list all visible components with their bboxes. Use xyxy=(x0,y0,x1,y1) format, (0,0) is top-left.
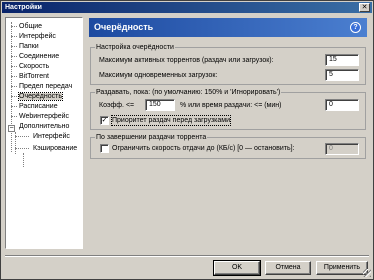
tree-line xyxy=(11,36,17,37)
tree-line xyxy=(11,86,17,87)
seeding-group: Раздавать, пока: (по умолчанию: 150% и '… xyxy=(90,88,366,130)
upload-limit-label[interactable]: Ограничить скорость отдачи до (КБ/с) [0 … xyxy=(112,144,295,153)
tree-line xyxy=(23,153,24,167)
sidebar-item-label: Интерфейс xyxy=(33,133,70,140)
group-title: Раздавать, пока: (по умолчанию: 150% и '… xyxy=(95,88,282,97)
upload-limit-checkbox[interactable] xyxy=(100,144,109,153)
tree-line xyxy=(15,136,29,137)
apply-button[interactable]: Применить xyxy=(316,261,368,275)
sidebar-item-speed[interactable]: Скорость xyxy=(19,62,49,71)
queue-settings-group: Настройка очерёдности Максимум активных … xyxy=(90,43,366,85)
max-simultaneous-downloads-input[interactable]: 5 xyxy=(325,69,359,81)
sidebar-item-label: BitTorrent xyxy=(19,73,49,80)
sidebar-item-general[interactable]: Общие xyxy=(19,22,42,31)
sidebar-item-label: Webинтерфейс xyxy=(19,113,70,120)
sidebar-item-label: Соединение xyxy=(19,53,60,60)
settings-window: Настройки ✕ Общие Интерфейс Папки Соедин… xyxy=(0,0,374,280)
settings-tree: Общие Интерфейс Папки Соединение Скорост… xyxy=(5,17,83,249)
page-title: Очерёдность xyxy=(94,22,154,32)
priority-checkbox[interactable]: ✓ xyxy=(100,116,109,125)
tree-line xyxy=(11,76,17,77)
sidebar-item-label: Папки xyxy=(19,43,39,50)
tree-line xyxy=(11,56,17,57)
seed-time-label: % или время раздачи: <= (мин) xyxy=(180,102,282,109)
page-header: Очерёдность ? xyxy=(89,18,367,37)
tree-line xyxy=(11,22,12,152)
sidebar-item-transfer-limit[interactable]: Предел передач xyxy=(19,82,72,91)
footer-separator xyxy=(5,255,369,257)
sidebar-item-connection[interactable]: Соединение xyxy=(19,52,59,61)
help-icon[interactable]: ? xyxy=(350,22,361,33)
sidebar-item-label: Скорость xyxy=(19,63,50,70)
close-button[interactable]: ✕ xyxy=(359,3,370,12)
sidebar-item-caching[interactable]: Кэширование xyxy=(33,144,77,153)
ok-button[interactable]: OK xyxy=(213,260,261,276)
upload-limit-input: 0 xyxy=(325,143,359,155)
sidebar-item-label: Интерфейс xyxy=(19,33,56,40)
sidebar-item-label: Очерёдность xyxy=(18,92,63,101)
sidebar-item-queueing[interactable]: Очерёдность xyxy=(18,92,63,101)
priority-checkbox-label[interactable]: Приоритет раздач перед загрузками xyxy=(110,115,232,126)
tree-line xyxy=(11,116,17,117)
group-title: По завершении раздачи торрента xyxy=(95,133,208,142)
resize-grip[interactable] xyxy=(363,269,371,277)
window-title: Настройки xyxy=(5,4,42,11)
sidebar-item-scheduler[interactable]: Расписание xyxy=(19,102,58,111)
sidebar-item-bittorrent[interactable]: BitTorrent xyxy=(19,72,49,81)
max-active-torrents-input[interactable]: 15 xyxy=(325,54,359,66)
tree-line xyxy=(11,106,17,107)
max-simultaneous-downloads-label: Максимум одновременных загрузок: xyxy=(99,72,218,79)
title-bar[interactable]: Настройки ✕ xyxy=(2,2,372,13)
sidebar-item-ui-extras[interactable]: Интерфейс xyxy=(33,132,70,141)
sidebar-item-interface[interactable]: Интерфейс xyxy=(19,32,56,41)
cancel-button[interactable]: Отмена xyxy=(265,261,311,275)
ratio-label: Коэфф. <= xyxy=(99,102,135,109)
sidebar-item-webui[interactable]: Webинтерфейс xyxy=(19,112,69,121)
seed-time-input[interactable]: 0 xyxy=(325,99,359,111)
sidebar-item-label: Предел передач xyxy=(19,83,73,90)
tree-line xyxy=(11,66,17,67)
tree-line xyxy=(11,26,17,27)
collapse-icon[interactable]: − xyxy=(8,125,15,132)
max-active-torrents-label: Максимум активных торрентов (раздач или … xyxy=(99,57,274,64)
tree-line xyxy=(15,148,29,149)
ratio-input[interactable]: 150 xyxy=(145,99,175,111)
sidebar-item-advanced[interactable]: Дополнительно xyxy=(19,122,69,131)
sidebar-item-label: Расписание xyxy=(19,103,58,110)
tree-line xyxy=(11,46,17,47)
group-title: Настройка очерёдности xyxy=(95,43,175,52)
sidebar-item-label: Дополнительно xyxy=(19,123,70,130)
tree-line xyxy=(11,96,17,97)
sidebar-item-label: Кэширование xyxy=(33,145,78,152)
after-seeding-group: По завершении раздачи торрента Ограничит… xyxy=(90,133,366,159)
sidebar-item-folders[interactable]: Папки xyxy=(19,42,39,51)
sidebar-item-label: Общие xyxy=(19,23,43,30)
